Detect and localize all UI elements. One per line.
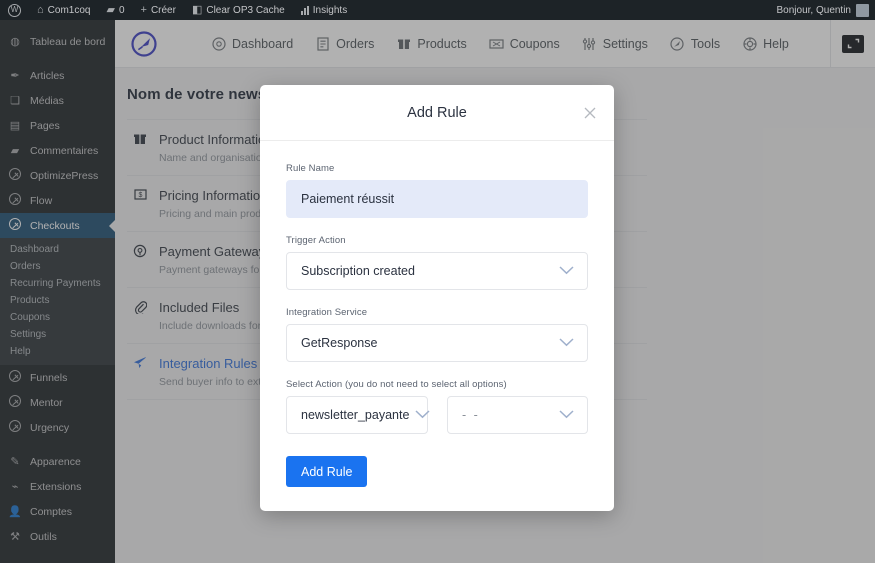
account-menu[interactable]: Bonjour, Quentin <box>776 3 875 17</box>
select-action-secondary-value: - - <box>462 408 480 422</box>
integration-service-value: GetResponse <box>301 336 378 350</box>
add-rule-modal: Add Rule Rule Name Paiement réussit Trig… <box>260 85 614 511</box>
site-name-menu[interactable]: ⌂ Com1coq <box>29 0 98 20</box>
integration-service-label: Integration Service <box>286 307 368 318</box>
chevron-down-icon <box>559 264 574 278</box>
avatar <box>856 3 869 17</box>
wordpress-logo-icon <box>8 3 21 17</box>
clear-cache-menu[interactable]: ◧ Clear OP3 Cache <box>184 0 293 20</box>
trigger-action-value: Subscription created <box>301 264 415 278</box>
modal-header: Add Rule <box>260 85 614 141</box>
home-icon: ⌂ <box>37 3 44 16</box>
field-trigger-action: Trigger Action Subscription created <box>286 235 588 290</box>
plus-icon: + <box>140 3 147 16</box>
close-icon[interactable] <box>582 105 598 121</box>
create-label: Créer <box>150 4 176 16</box>
chevron-down-icon <box>415 408 430 422</box>
bar-chart-icon <box>300 5 309 15</box>
wp-logo-menu[interactable] <box>0 0 29 20</box>
rule-name-input[interactable]: Paiement réussit <box>286 180 588 218</box>
field-rule-name: Rule Name Paiement réussit <box>286 163 588 218</box>
comment-bubble-icon: ▰ <box>106 3 115 16</box>
optimizepress-mark-icon: ◧ <box>191 3 203 16</box>
wp-admin-bar: ⌂ Com1coq ▰ 0 + Créer ◧ Clear OP3 Cache … <box>0 0 875 20</box>
select-action-list-select[interactable]: newsletter_payante <box>286 396 430 434</box>
trigger-action-label: Trigger Action <box>286 235 346 246</box>
select-action-list-value: newsletter_payante <box>301 408 410 422</box>
screen-root: ⌂ Com1coq ▰ 0 + Créer ◧ Clear OP3 Cache … <box>0 0 875 563</box>
clear-cache-label: Clear OP3 Cache <box>206 4 285 16</box>
site-name-label: Com1coq <box>47 4 91 16</box>
select-action-secondary-select[interactable]: - - <box>447 396 588 434</box>
modal-body: Rule Name Paiement réussit Trigger Actio… <box>260 141 614 511</box>
comments-count: 0 <box>118 4 125 16</box>
greeting-label: Bonjour, Quentin <box>776 4 852 16</box>
comments-menu[interactable]: ▰ 0 <box>98 0 132 20</box>
insights-label: Insights <box>312 4 348 16</box>
modal-title: Add Rule <box>407 104 467 121</box>
field-integration-service: Integration Service GetResponse <box>286 307 588 362</box>
insights-menu[interactable]: Insights <box>293 0 355 20</box>
select-action-row: newsletter_payante - - <box>286 396 588 434</box>
chevron-down-icon <box>559 408 574 422</box>
add-rule-button[interactable]: Add Rule <box>286 456 368 487</box>
chevron-down-icon <box>559 336 574 350</box>
select-action-label: Select Action (you do not need to select… <box>286 379 507 390</box>
integration-service-select[interactable]: GetResponse <box>286 324 588 362</box>
rule-name-value: Paiement réussit <box>301 192 395 206</box>
new-content-menu[interactable]: + Créer <box>133 0 184 20</box>
trigger-action-select[interactable]: Subscription created <box>286 252 588 290</box>
field-select-action: Select Action (you do not need to select… <box>286 379 588 434</box>
rule-name-label: Rule Name <box>286 163 335 174</box>
